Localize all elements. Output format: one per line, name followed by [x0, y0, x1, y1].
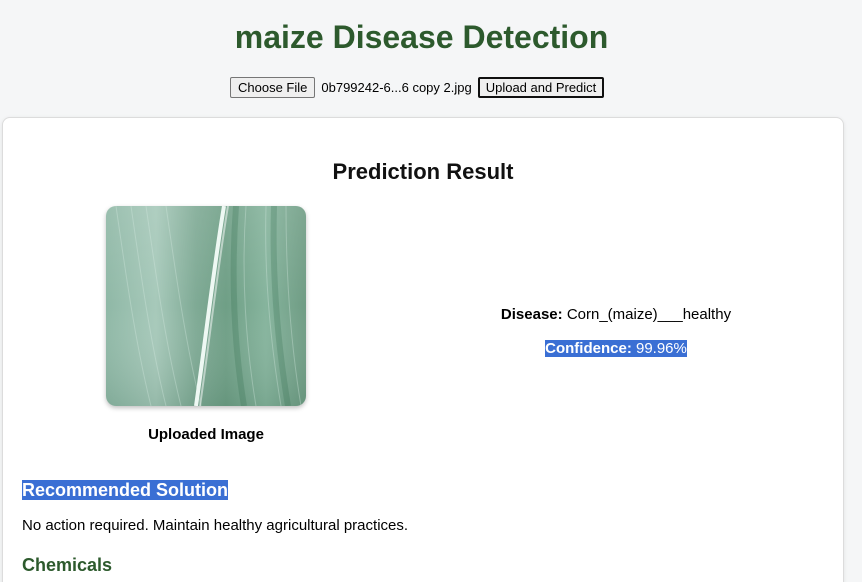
page: maize Disease Detection Choose File 0b79…	[0, 0, 862, 582]
confidence-selection: Confidence: 99.96%	[545, 340, 687, 357]
app-title: maize Disease Detection	[234, 19, 609, 55]
choose-file-button[interactable]: Choose File	[230, 76, 316, 98]
upload-form: Choose File 0b799242-6...6 copy 2.jpg Up…	[230, 76, 605, 98]
disease-label: Disease:	[500, 306, 563, 323]
prediction-details: Disease: Corn_(maize)___healthy Confiden…	[443, 306, 789, 374]
leaf-image	[106, 206, 306, 406]
disease-line: Disease: Corn_(maize)___healthy	[443, 306, 789, 324]
disease-value: Corn_(maize)___healthy	[566, 306, 732, 323]
recommended-solution-heading-text: Recommended Solution	[22, 480, 229, 500]
result-title: Prediction Result	[332, 159, 514, 184]
confidence-line: Confidence: 99.96%	[443, 340, 789, 358]
confidence-value: 99.96%	[635, 340, 687, 357]
image-caption: Uploaded Image	[148, 426, 264, 443]
upload-and-predict-button[interactable]: Upload and Predict	[477, 76, 605, 98]
recommended-solution-text: No action required. Maintain healthy agr…	[22, 517, 409, 534]
confidence-label: Confidence:	[545, 340, 632, 357]
recommended-solution-heading: Recommended Solution	[22, 479, 229, 501]
uploaded-image	[106, 206, 306, 406]
chemicals-heading: Chemicals	[22, 555, 113, 575]
result-card: Prediction Result Uploaded Image Disease…	[2, 117, 844, 582]
selected-file-name: 0b799242-6...6 copy 2.jpg	[321, 79, 472, 95]
